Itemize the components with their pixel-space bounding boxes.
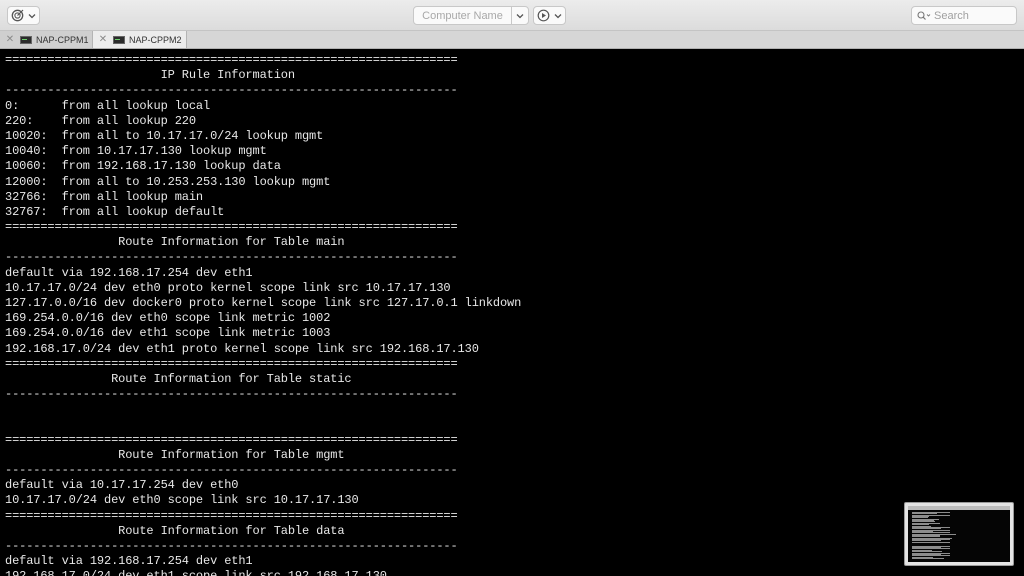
terminal-line: 10040: from 10.17.17.130 lookup mgmt	[5, 144, 267, 159]
connect-menu-button[interactable]	[7, 6, 40, 25]
terminal-icon	[20, 35, 32, 44]
remote-desktop-window: Computer Name Search ✕ NAP-CPPM1 ✕ NAP-C…	[0, 0, 1024, 576]
terminal-icon	[113, 35, 125, 44]
terminal-line: 169.254.0.0/16 dev eth1 scope link metri…	[5, 326, 331, 341]
terminal-line: 32766: from all lookup main	[5, 189, 203, 204]
chevron-down-icon	[554, 13, 562, 18]
computer-name-dropdown-button[interactable]	[512, 13, 528, 19]
chevron-down-icon	[516, 13, 524, 18]
search-input[interactable]	[934, 9, 1006, 22]
close-icon[interactable]: ✕	[3, 34, 17, 45]
tab-nap-cppm2[interactable]: ✕ NAP-CPPM2	[93, 31, 187, 48]
terminal-line: 10020: from all to 10.17.17.0/24 lookup …	[5, 128, 324, 143]
terminal-line: default via 192.168.17.254 dev eth1	[5, 265, 253, 280]
tab-bar: ✕ NAP-CPPM1 ✕ NAP-CPPM2	[0, 31, 1024, 49]
play-icon	[537, 9, 550, 22]
close-icon[interactable]: ✕	[96, 34, 110, 45]
computer-name-field[interactable]: Computer Name	[414, 10, 511, 22]
play-menu-button[interactable]	[533, 6, 566, 25]
terminal-line: 10.17.17.0/24 dev eth0 scope link src 10…	[5, 493, 359, 508]
terminal-line: 12000: from all to 10.253.253.130 lookup…	[5, 174, 331, 189]
search-box[interactable]	[911, 6, 1017, 25]
terminal-line: ----------------------------------------…	[5, 463, 458, 478]
terminal-line: Route Information for Table mgmt	[5, 447, 345, 462]
terminal-line: ----------------------------------------…	[5, 387, 458, 402]
terminal-line: ========================================…	[5, 508, 458, 523]
terminal-line: ----------------------------------------…	[5, 539, 458, 553]
tab-nap-cppm1[interactable]: ✕ NAP-CPPM1	[0, 31, 93, 48]
terminal-line: ========================================…	[5, 432, 458, 447]
tab-label: NAP-CPPM2	[129, 34, 182, 45]
connect-icon	[11, 9, 24, 22]
terminal-line: 10060: from 192.168.17.130 lookup data	[5, 159, 281, 174]
terminal-line: ========================================…	[5, 356, 458, 371]
toolbar: Computer Name	[0, 0, 1024, 31]
search-icon	[917, 10, 931, 20]
terminal-line: 169.254.0.0/16 dev eth0 scope link metri…	[5, 311, 331, 326]
terminal-line: IP Rule Information	[5, 68, 295, 83]
terminal-line: Route Information for Table data	[5, 523, 345, 538]
terminal-line: ========================================…	[5, 220, 458, 235]
terminal-line: 0: from all lookup local	[5, 98, 211, 113]
terminal-line: 192.168.17.0/24 dev eth1 scope link src …	[5, 569, 521, 576]
thumbnail-line	[912, 541, 951, 543]
terminal-line: ----------------------------------------…	[5, 83, 458, 98]
terminal-line: ----------------------------------------…	[5, 250, 458, 265]
terminal-line: default via 192.168.17.254 dev eth1	[5, 554, 253, 569]
terminal-line: 220: from all lookup 220	[5, 113, 196, 128]
terminal-line: ========================================…	[5, 53, 458, 67]
thumbnail-toolbar	[908, 506, 1010, 510]
terminal-line: 10.17.17.0/24 dev eth0 proto kernel scop…	[5, 280, 451, 295]
thumbnail-line	[912, 557, 945, 559]
terminal-line: default via 10.17.17.254 dev eth0	[5, 478, 239, 493]
terminal-line: Route Information for Table static	[5, 371, 352, 386]
terminal-line: 192.168.17.0/24 dev eth1 proto kernel sc…	[5, 341, 479, 356]
tab-label: NAP-CPPM1	[36, 34, 89, 45]
session-thumbnail[interactable]	[904, 502, 1014, 566]
chevron-down-icon	[28, 13, 36, 18]
terminal-line: 32767: from all lookup default	[5, 204, 225, 219]
terminal-output: ========================================…	[5, 53, 521, 576]
thumbnail-preview	[908, 506, 1010, 562]
terminal-line: 127.17.0.0/16 dev docker0 proto kernel s…	[5, 296, 522, 310]
terminal-line: Route Information for Table main	[5, 235, 345, 250]
computer-name-combobox[interactable]: Computer Name	[413, 6, 529, 25]
terminal-screen[interactable]: ========================================…	[0, 49, 1024, 576]
